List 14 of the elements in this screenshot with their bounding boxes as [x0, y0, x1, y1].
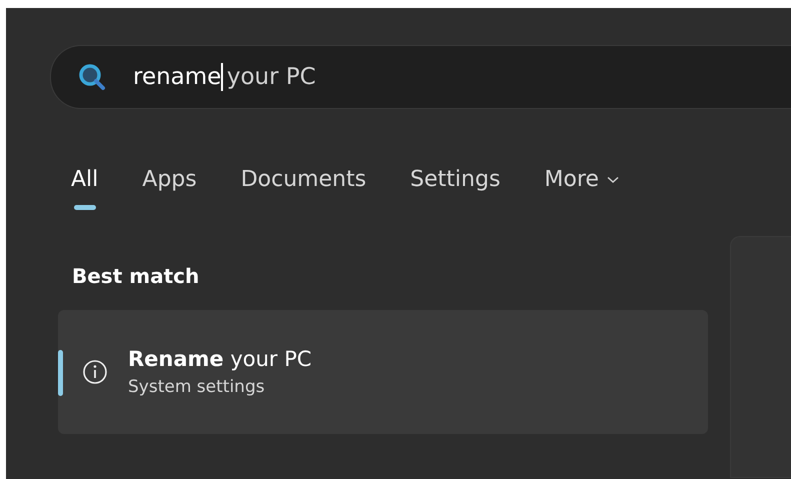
search-suggestion: your PC — [226, 64, 316, 90]
section-heading: Best match — [72, 264, 200, 288]
result-title: Rename your PC — [128, 347, 312, 371]
search-icon — [77, 62, 107, 92]
filter-tab[interactable]: Settings — [397, 159, 514, 216]
search-text: rename — [133, 64, 222, 90]
filter-tab[interactable]: More — [531, 159, 632, 216]
info-icon — [82, 359, 108, 385]
filter-tab[interactable]: All — [58, 159, 112, 216]
filter-tab[interactable]: Apps — [129, 159, 210, 216]
search-field[interactable]: rename your PC — [50, 45, 791, 109]
result-item[interactable]: Rename your PC System settings — [58, 310, 708, 434]
filter-tab[interactable]: Documents — [228, 159, 380, 216]
result-subtitle: System settings — [128, 377, 266, 397]
